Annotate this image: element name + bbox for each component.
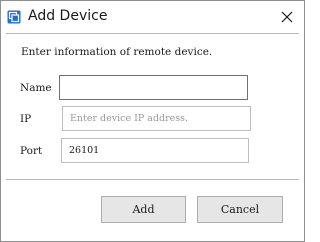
name-label: Name: [20, 82, 52, 94]
form-description: Enter information of remote device.: [21, 46, 213, 58]
name-input[interactable]: [59, 75, 248, 100]
footer-divider: [6, 179, 299, 180]
cancel-button-label: Cancel: [220, 203, 260, 216]
dialog-title: Add Device: [28, 8, 108, 24]
close-icon: [281, 8, 293, 27]
add-button[interactable]: Add: [101, 196, 186, 223]
port-input[interactable]: [61, 138, 249, 163]
title-bar[interactable]: Add Device: [1, 1, 304, 33]
device-app-icon: [7, 9, 21, 24]
ip-label: IP: [20, 113, 32, 125]
ip-input[interactable]: [62, 106, 251, 131]
add-device-dialog: Add Device Enter information of remote d…: [0, 0, 305, 242]
cancel-button[interactable]: Cancel: [197, 196, 283, 223]
add-button-label: Add: [132, 203, 155, 216]
port-label: Port: [20, 145, 43, 157]
close-button[interactable]: [274, 4, 300, 30]
